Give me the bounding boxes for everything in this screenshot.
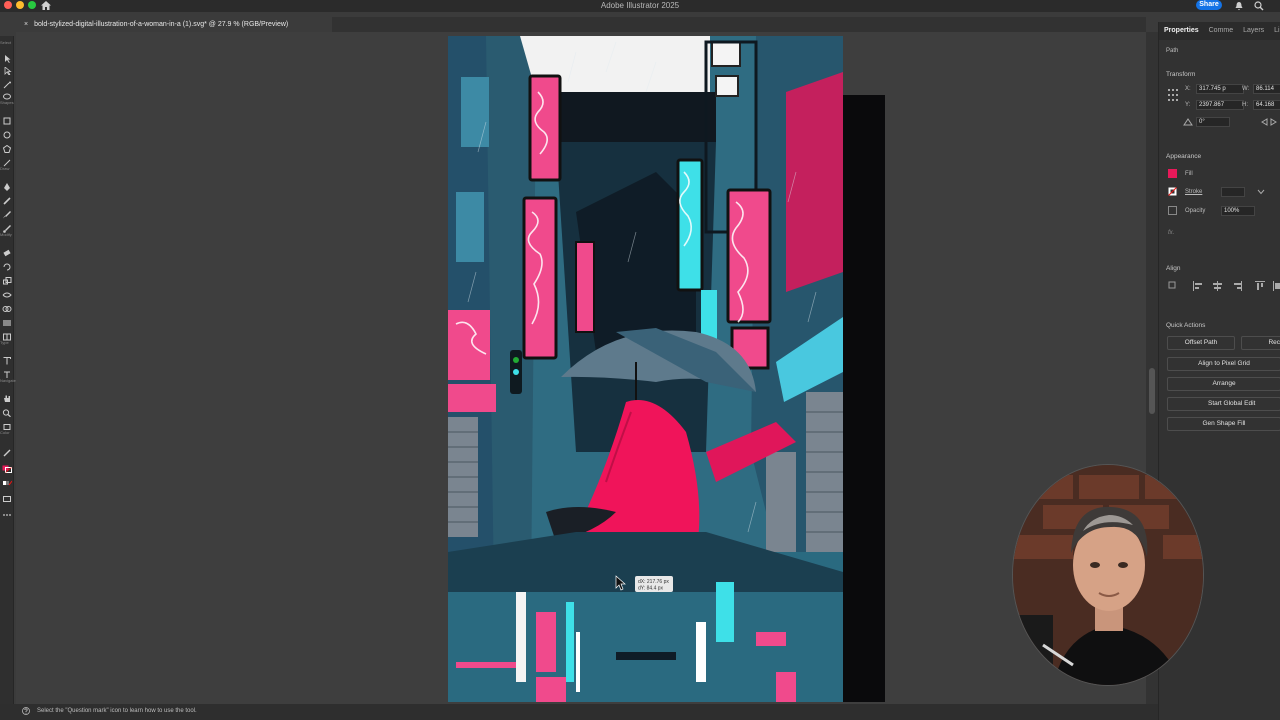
gradient-tool-icon[interactable] xyxy=(2,314,12,326)
mesh-tool-icon[interactable] xyxy=(2,328,12,341)
blob-brush-tool-icon[interactable] xyxy=(2,220,12,233)
tool-group-label: Shapes xyxy=(0,100,14,105)
selection-tool-icon[interactable] xyxy=(2,50,12,63)
type-on-path-tool-icon[interactable] xyxy=(2,366,12,378)
screen-mode-icon[interactable] xyxy=(2,490,12,502)
tool-group-label: Draw xyxy=(0,166,10,171)
fill-stroke-swatch-icon[interactable] xyxy=(2,460,12,473)
brush-tool-icon[interactable] xyxy=(2,206,12,219)
x-position-field[interactable]: 317.745 p xyxy=(1196,84,1244,94)
status-hint-text: Select the "Question mark" icon to learn… xyxy=(37,708,197,714)
eraser-tool-icon[interactable] xyxy=(2,244,12,257)
fill-color-swatch[interactable] xyxy=(1168,169,1177,178)
quick-actions-heading: Quick Actions xyxy=(1166,322,1206,329)
drag-tooltip-dx: dX: 217.76 px xyxy=(638,579,669,585)
share-button[interactable]: Share xyxy=(1196,0,1222,10)
transform-heading: Transform xyxy=(1166,71,1196,78)
h-label: H: xyxy=(1242,102,1248,108)
polygon-tool-icon[interactable] xyxy=(2,140,12,153)
y-label: Y: xyxy=(1185,102,1191,108)
tool-group-label: Color xyxy=(0,430,10,435)
direct-selection-tool-icon[interactable] xyxy=(2,62,12,76)
color-mode-icon[interactable] xyxy=(2,474,13,486)
align-heading: Align xyxy=(1166,265,1181,272)
tool-group-label: Select xyxy=(0,40,12,45)
document-tab-title: bold-stylized-digital-illustration-of-a-… xyxy=(34,21,289,28)
height-field[interactable]: 64.168 xyxy=(1253,100,1280,110)
appearance-heading: Appearance xyxy=(1166,153,1202,160)
pencil-tool-icon[interactable] xyxy=(2,192,12,205)
align-buttons-icon[interactable] xyxy=(1167,280,1280,292)
w-label: W: xyxy=(1242,86,1250,92)
tab-comments[interactable]: Comme xyxy=(1204,22,1239,40)
app-title: Adobe Illustrator 2025 xyxy=(600,1,680,10)
artboard-tool-icon[interactable] xyxy=(2,418,12,430)
tool-group-label: Modify xyxy=(0,232,12,237)
document-tab-bar: × bold-stylized-digital-illustration-of-… xyxy=(16,17,1146,32)
rotate-tool-icon[interactable] xyxy=(2,258,12,271)
tool-group-label: Navigate xyxy=(0,378,16,383)
tools-panel: Select Shapes Draw Modify Type Navigate … xyxy=(0,36,16,706)
ellipse-tool-icon[interactable] xyxy=(2,126,12,139)
zoom-tool-icon[interactable] xyxy=(2,404,12,418)
shape-builder-tool-icon[interactable] xyxy=(2,300,12,312)
flip-icon[interactable] xyxy=(1261,118,1277,126)
presenter-webcam xyxy=(1012,464,1204,686)
gen-shape-fill-button[interactable]: Gen Shape Fill xyxy=(1167,417,1280,431)
status-bar: Select the "Question mark" icon to learn… xyxy=(0,704,1158,720)
tab-properties[interactable]: Properties xyxy=(1159,22,1204,40)
illustrator-window: Adobe Illustrator 2025 Share × bold-styl… xyxy=(0,0,1280,720)
y-position-field[interactable]: 2397.867 xyxy=(1196,100,1244,110)
arrange-button[interactable]: Arrange xyxy=(1167,377,1280,391)
search-icon[interactable] xyxy=(1254,1,1264,11)
canvas-area[interactable]: dX: 217.76 px dY: 84.4 px xyxy=(16,32,1146,704)
width-field[interactable]: 86.114 xyxy=(1253,84,1280,94)
presenter-image xyxy=(1013,465,1203,685)
panel-tabs: Properties Comme Layers Libr xyxy=(1159,22,1280,40)
rotate-field[interactable]: 0° xyxy=(1196,117,1230,127)
width-tool-icon[interactable] xyxy=(2,286,12,298)
tool-group-label: Type xyxy=(0,340,9,345)
stroke-label[interactable]: Stroke xyxy=(1185,189,1202,195)
eyedropper-tool-icon[interactable] xyxy=(2,444,12,457)
opacity-field[interactable]: 100% xyxy=(1221,206,1255,216)
scrollbar-thumb[interactable] xyxy=(1149,368,1155,414)
opacity-label: Opacity xyxy=(1185,208,1206,214)
offset-path-button[interactable]: Offset Path xyxy=(1167,336,1235,350)
fill-label: Fill xyxy=(1185,171,1193,177)
rotate-icon xyxy=(1183,118,1193,126)
scale-tool-icon[interactable] xyxy=(2,272,12,285)
drag-tooltip-dy: dY: 84.4 px xyxy=(638,586,664,592)
pen-tool-icon[interactable] xyxy=(2,178,12,191)
document-tab[interactable]: × bold-stylized-digital-illustration-of-… xyxy=(16,17,332,32)
stroke-swatch-icon[interactable] xyxy=(1168,187,1177,196)
close-tab-icon[interactable]: × xyxy=(24,21,28,28)
align-to-pixel-grid-button[interactable]: Align to Pixel Grid xyxy=(1167,357,1280,371)
artboard-artwork[interactable]: dX: 217.76 px dY: 84.4 px xyxy=(16,32,1146,704)
x-label: X: xyxy=(1185,86,1191,92)
title-bar: Adobe Illustrator 2025 Share xyxy=(0,0,1280,12)
selection-type-label: Path xyxy=(1166,48,1179,54)
lasso-tool-icon[interactable] xyxy=(2,88,12,100)
start-global-edit-button[interactable]: Start Global Edit xyxy=(1167,397,1280,411)
bell-icon[interactable] xyxy=(1234,1,1244,11)
magic-wand-tool-icon[interactable] xyxy=(2,76,12,89)
rectangle-tool-icon[interactable] xyxy=(2,112,12,125)
tab-layers[interactable]: Layers xyxy=(1238,22,1269,40)
effects-fx-button[interactable]: fx. xyxy=(1168,230,1174,236)
opacity-icon xyxy=(1168,206,1177,215)
recolor-button[interactable]: Rec xyxy=(1241,336,1280,350)
stroke-weight-field[interactable] xyxy=(1221,187,1245,197)
question-mark-icon[interactable] xyxy=(22,707,30,715)
hand-tool-icon[interactable] xyxy=(2,390,12,402)
more-tools-icon[interactable] xyxy=(2,506,12,516)
reference-point-icon[interactable] xyxy=(1167,88,1179,102)
line-tool-icon[interactable] xyxy=(2,154,12,167)
type-tool-icon[interactable] xyxy=(2,352,12,365)
chevron-down-icon[interactable] xyxy=(1257,189,1265,195)
tab-libraries[interactable]: Libr xyxy=(1269,22,1280,40)
